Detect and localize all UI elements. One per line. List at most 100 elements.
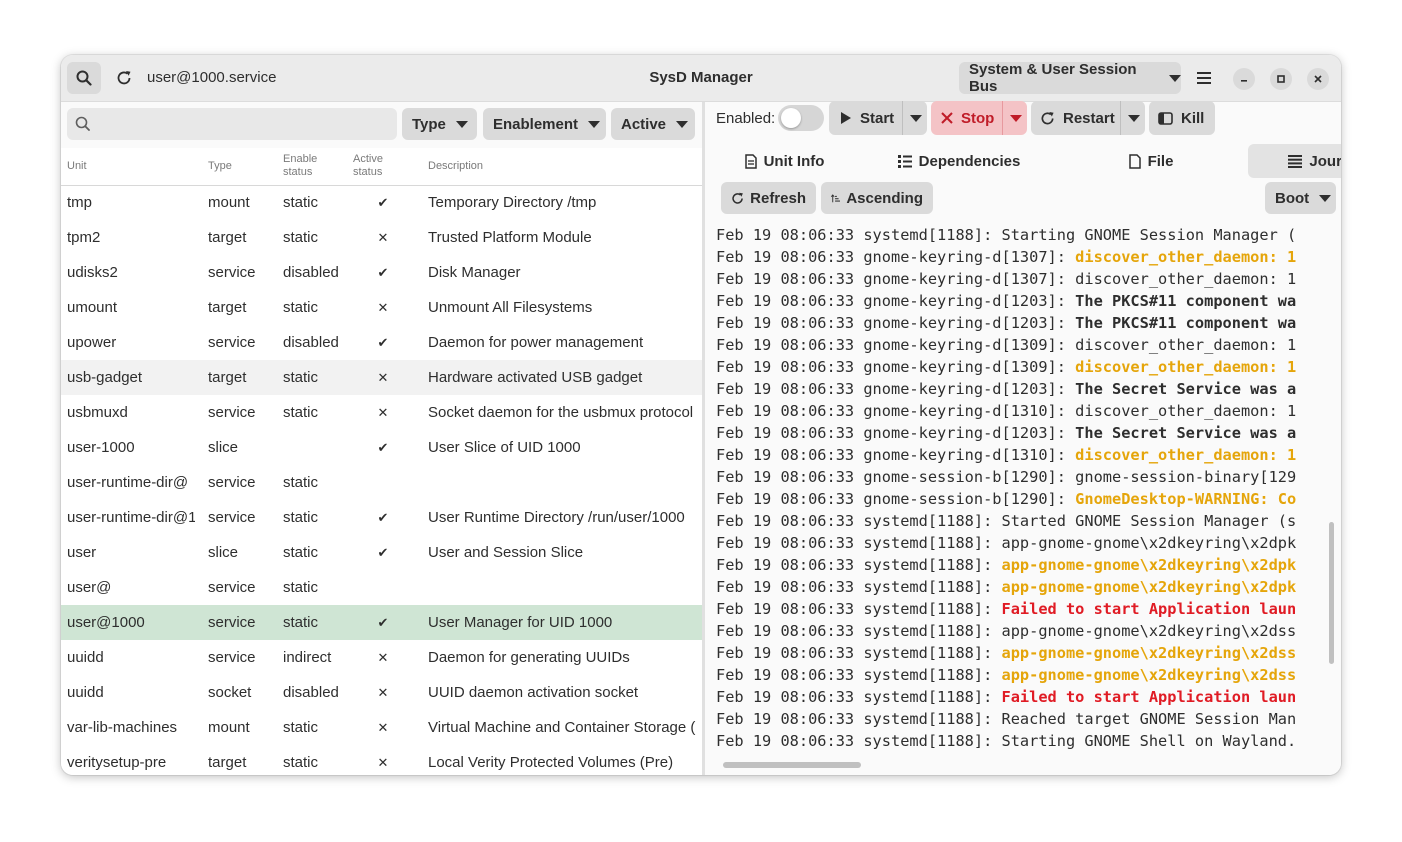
search-icon — [75, 116, 90, 131]
column-header-unit[interactable]: Unit — [67, 160, 87, 173]
enable-status-cell: disabled — [283, 684, 339, 701]
x-icon — [941, 112, 953, 124]
journal-line-message: Starting GNOME Session Manager ( — [1001, 226, 1297, 244]
description-cell: Trusted Platform Module — [428, 229, 592, 246]
enable-status-cell: static — [283, 544, 319, 561]
unit-table-body: tmp mount static ✔ Temporary Directory /tmp t… — [61, 185, 702, 775]
journal-line-message: app-gnome-gnome\x2dkeyring\x2dpk — [1001, 534, 1297, 552]
main-menu-button[interactable] — [1187, 62, 1221, 94]
table-row[interactable]: upower service disabled ✔ Daemon for power m… — [61, 325, 702, 360]
description-cell: Socket daemon for the usbmux protocol u — [428, 404, 696, 421]
journal-line-prefix: Feb 19 08:06:33 gnome-session-b[1290]: — [716, 468, 1076, 486]
bus-selector-dropdown[interactable]: System & User Session Bus — [959, 61, 1181, 95]
active-filter-label: Active — [621, 115, 667, 133]
table-row[interactable]: user@ service static — [61, 570, 702, 605]
table-row[interactable]: var-lib-machines mount static ✕ Virtual Mach… — [61, 710, 702, 745]
table-row[interactable]: user@1000 service static ✔ User Manager for … — [61, 605, 702, 640]
unit-type-cell: service — [208, 474, 256, 491]
journal-line: Feb 19 08:06:33 gnome-keyring-d[1307]: d… — [716, 246, 1296, 268]
kill-button[interactable]: Kill — [1149, 101, 1215, 135]
table-row[interactable]: umount target static ✕ Unmount All Filesyste… — [61, 290, 702, 325]
journal-line-message: discover_other_daemon: 1 — [1075, 446, 1297, 464]
enable-status-cell: disabled — [283, 334, 339, 351]
table-row[interactable]: tpm2 target static ✕ Trusted Platform Module — [61, 220, 702, 255]
enable-status-cell: static — [283, 369, 319, 386]
journal-line-message: GnomeDesktop-WARNING: Co — [1075, 490, 1297, 508]
description-cell: User Slice of UID 1000 — [428, 439, 581, 456]
active-status-icon: ✔ — [377, 440, 389, 455]
maximize-button[interactable] — [1270, 68, 1292, 90]
journal-vertical-scrollbar[interactable] — [1329, 522, 1334, 664]
unit-detail-pane: Enabled: Start Stop Restart Kill Unit In… — [705, 101, 1341, 775]
journal-line-message: Started GNOME Session Manager (s — [1001, 512, 1297, 530]
journal-log-view[interactable]: Feb 19 08:06:33 systemd[1188]: Starting … — [716, 224, 1321, 754]
table-row[interactable]: veritysetup-pre target static ✕ Local Verity… — [61, 745, 702, 775]
journal-line-message: The PKCS#11 component wa — [1075, 292, 1297, 310]
unit-type-cell: service — [208, 264, 256, 281]
minimize-button[interactable] — [1233, 68, 1255, 90]
chevron-down-icon — [1169, 74, 1181, 82]
start-options-button[interactable] — [902, 101, 928, 135]
table-row[interactable]: uuidd service indirect ✕ Daemon for generati… — [61, 640, 702, 675]
refresh-icon — [117, 71, 131, 85]
journal-line-prefix: Feb 19 08:06:33 gnome-keyring-d[1203]: — [716, 424, 1076, 442]
journal-line-prefix: Feb 19 08:06:33 systemd[1188]: — [716, 534, 1002, 552]
sort-order-button[interactable]: Ascending — [821, 182, 933, 214]
table-row[interactable]: user slice static ✔ User and Session Slice — [61, 535, 702, 570]
journal-refresh-button[interactable]: Refresh — [721, 182, 816, 214]
type-filter-dropdown[interactable]: Type — [402, 108, 477, 140]
description-cell: User and Session Slice — [428, 544, 584, 561]
table-row[interactable]: udisks2 service disabled ✔ Disk Manager — [61, 255, 702, 290]
column-header-description[interactable]: Description — [428, 160, 483, 173]
tab-dependencies[interactable]: Dependencies — [864, 144, 1054, 178]
journal-horizontal-scrollbar[interactable] — [723, 762, 861, 768]
tab-file[interactable]: File — [1054, 144, 1248, 178]
unit-search-field[interactable] — [67, 108, 397, 142]
active-filter-dropdown[interactable]: Active — [611, 108, 695, 140]
detail-tabs: Unit Info Dependencies File Journal — [705, 142, 1341, 178]
document-icon — [744, 153, 757, 169]
table-row[interactable]: user-runtime-dir@ service static — [61, 465, 702, 500]
column-header-enable[interactable]: Enable status — [283, 153, 317, 179]
table-row[interactable]: usbmuxd service static ✕ Socket daemon for t… — [61, 395, 702, 430]
description-cell: User Manager for UID 1000 — [428, 614, 613, 631]
close-button[interactable] — [1307, 68, 1329, 90]
journal-line-message: discover_other_daemon: 1 — [1075, 358, 1297, 376]
enablement-filter-dropdown[interactable]: Enablement — [483, 108, 606, 140]
journal-line: Feb 19 08:06:33 systemd[1188]: Starting … — [716, 224, 1296, 246]
unit-name-cell: upower — [67, 334, 117, 351]
table-row[interactable]: user-1000 slice ✔ User Slice of UID 1000 — [61, 430, 702, 465]
unit-type-cell: service — [208, 649, 256, 666]
column-header-active[interactable]: Active status — [353, 153, 383, 179]
journal-line-message: discover_other_daemon: 1 — [1075, 248, 1297, 266]
stop-options-button[interactable] — [1002, 101, 1028, 135]
boot-filter-dropdown[interactable]: Boot — [1265, 182, 1336, 214]
enabled-toggle[interactable] — [778, 105, 824, 131]
journal-line-message: gnome-session-binary[129 — [1075, 468, 1297, 486]
table-row[interactable]: tmp mount static ✔ Temporary Directory /tmp — [61, 185, 702, 220]
journal-line: Feb 19 08:06:33 systemd[1188]: app-gnome… — [716, 664, 1296, 686]
active-status-icon: ✔ — [377, 510, 389, 525]
tab-journal[interactable]: Journal — [1248, 144, 1341, 178]
enable-status-cell: static — [283, 579, 319, 596]
chevron-down-icon — [1319, 194, 1332, 202]
journal-line: Feb 19 08:06:33 gnome-keyring-d[1309]: d… — [716, 334, 1296, 356]
unit-search-input[interactable] — [101, 108, 395, 142]
tab-unit-info[interactable]: Unit Info — [705, 144, 864, 178]
description-cell: Disk Manager — [428, 264, 521, 281]
kill-icon — [1158, 111, 1173, 125]
search-toggle-button[interactable] — [67, 62, 101, 94]
restart-options-button[interactable] — [1120, 101, 1146, 135]
column-header-type[interactable]: Type — [208, 160, 232, 173]
table-row[interactable]: uuidd socket disabled ✕ UUID daemon activati… — [61, 675, 702, 710]
refresh-button[interactable] — [107, 62, 141, 94]
unit-type-cell: target — [208, 299, 247, 316]
journal-line: Feb 19 08:06:33 gnome-keyring-d[1203]: T… — [716, 290, 1296, 312]
table-row[interactable]: usb-gadget target static ✕ Hardware activate… — [61, 360, 702, 395]
close-icon — [1314, 75, 1322, 83]
type-filter-label: Type — [412, 115, 446, 133]
table-row[interactable]: user-runtime-dir@1 service static ✔ User Run… — [61, 500, 702, 535]
chevron-down-icon — [588, 120, 601, 128]
filter-bar: Type Enablement Active — [61, 102, 702, 148]
unit-name-cell: user — [67, 544, 97, 561]
